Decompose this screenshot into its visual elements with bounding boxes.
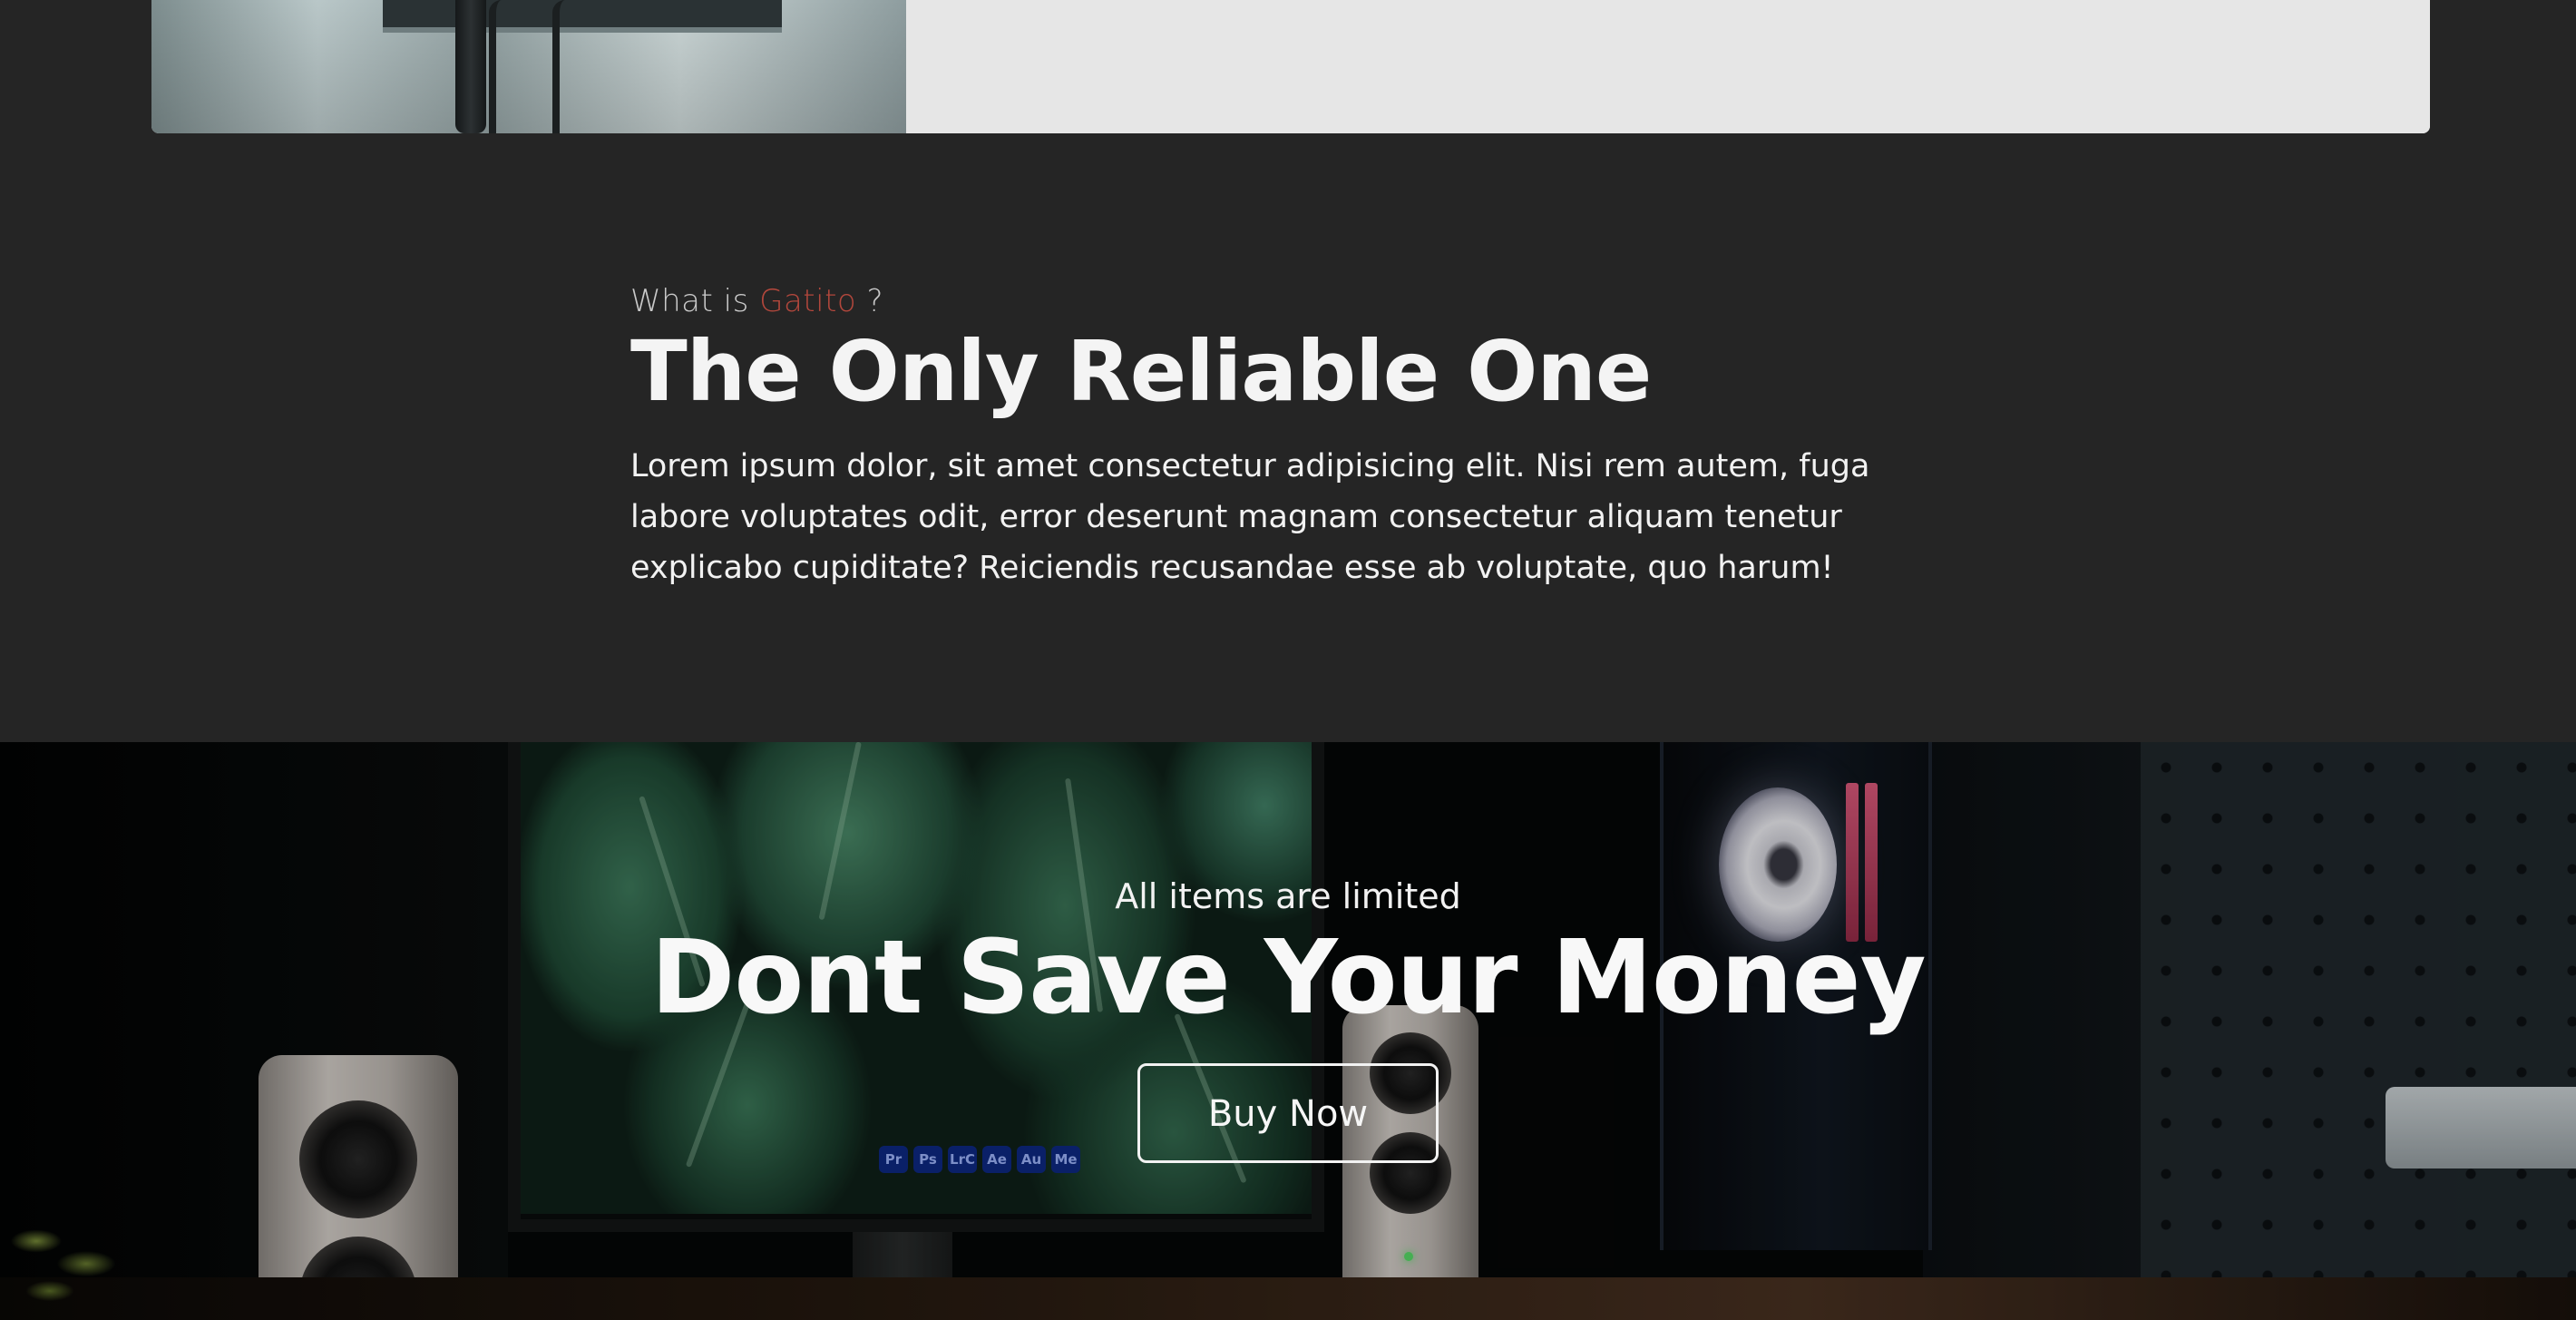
photo-mic-stand <box>455 0 486 133</box>
photo-window-shape <box>383 0 782 33</box>
buy-now-button[interactable]: Buy Now <box>1137 1063 1439 1163</box>
feature-card <box>151 0 2430 133</box>
about-body-text: Lorem ipsum dolor, sit amet consectetur … <box>630 448 1870 586</box>
photo-cable <box>489 0 502 133</box>
card-photo <box>151 0 906 133</box>
about-eyebrow-prefix: What is <box>630 283 749 319</box>
about-content: What is Gatito ? The Only Reliable One L… <box>630 283 1918 593</box>
about-section: What is Gatito ? The Only Reliable One L… <box>0 133 2576 742</box>
promo-content: All items are limited Dont Save Your Mon… <box>0 876 2576 1163</box>
promo-banner: Pr Ps LrC Ae Au Me All items are limited… <box>0 742 2576 1320</box>
promo-title: Dont Save Your Money <box>650 919 1926 1037</box>
brand-name: Gatito <box>759 283 857 319</box>
about-headline: The Only Reliable One <box>630 323 1652 420</box>
card-content-panel <box>906 0 2430 133</box>
promo-eyebrow: All items are limited <box>1115 876 1461 916</box>
about-eyebrow: What is Gatito ? <box>630 283 1918 319</box>
about-eyebrow-suffix: ? <box>866 283 884 319</box>
photo-cable <box>552 0 565 133</box>
